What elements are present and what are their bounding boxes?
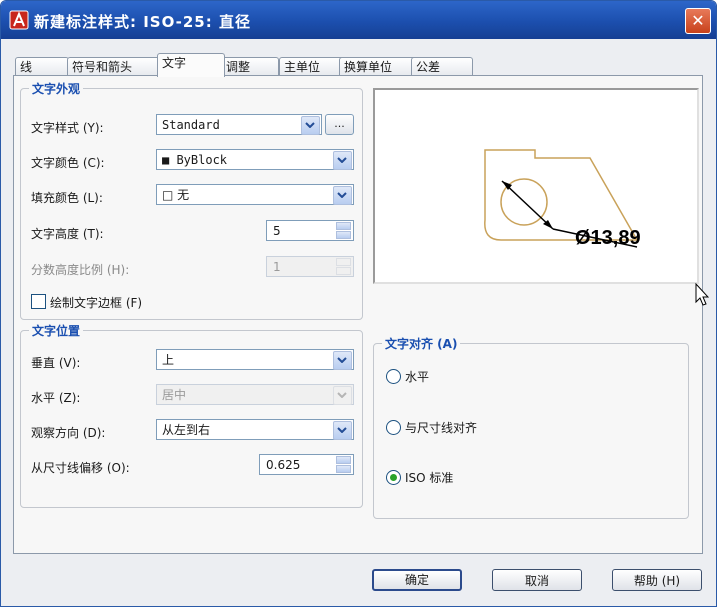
vertical-select[interactable]: 上 <box>156 349 354 370</box>
chevron-down-icon[interactable] <box>333 186 352 205</box>
draw-frame-checkbox[interactable] <box>31 294 46 309</box>
radio-iso-standard[interactable] <box>386 470 401 485</box>
fill-color-label: 填充颜色 (L): <box>31 191 103 205</box>
text-color-label: 文字颜色 (C): <box>31 156 105 170</box>
radio-selected-dot <box>390 474 397 481</box>
tab-lines[interactable]: 线 <box>15 57 69 76</box>
dimension-text: Ø13,89 <box>575 227 641 249</box>
mouse-pointer-icon <box>695 283 709 306</box>
window-title: 新建标注样式: ISO-25: 直径 <box>34 13 251 31</box>
text-appearance-title: 文字外观 <box>29 80 84 97</box>
text-placement-title: 文字位置 <box>29 322 84 339</box>
vertical-label: 垂直 (V): <box>31 356 81 370</box>
tab-text[interactable]: 文字 <box>157 53 225 77</box>
text-color-value: ■ ByBlock <box>162 153 228 167</box>
fill-color-select[interactable]: □ 无 <box>156 184 354 205</box>
view-direction-select[interactable]: 从左到右 <box>156 419 354 440</box>
text-height-label: 文字高度 (T): <box>31 227 104 241</box>
spin-down-icon[interactable] <box>336 231 351 239</box>
horizontal-value: 居中 <box>162 388 187 402</box>
spin-up-icon <box>336 258 351 266</box>
text-appearance-group: 文字外观 文字样式 (Y): Standard ... 文字颜色 (C): ■ … <box>20 80 363 320</box>
text-style-select[interactable]: Standard <box>156 114 322 135</box>
tab-symbols-arrows[interactable]: 符号和箭头 <box>67 57 163 76</box>
view-direction-value: 从左到右 <box>162 423 211 437</box>
title-bar[interactable]: 新建标注样式: ISO-25: 直径 ✕ <box>1 1 716 39</box>
preview-pane: Ø13,89 <box>373 88 699 284</box>
fraction-scale-value: 1 <box>273 260 281 274</box>
radio-horizontal-label[interactable]: 水平 <box>405 368 429 385</box>
vertical-value: 上 <box>162 353 175 367</box>
chevron-down-icon <box>333 386 352 405</box>
autocad-icon <box>9 10 29 30</box>
view-direction-label: 观察方向 (D): <box>31 426 106 440</box>
radio-aligned-with-dimension-line[interactable] <box>386 420 401 435</box>
ok-button[interactable]: 确定 <box>372 569 462 591</box>
tab-label: 调整 <box>226 60 251 74</box>
draw-frame-label[interactable]: 绘制文字边框 (F) <box>50 294 142 311</box>
dimension-preview-drawing: Ø13,89 <box>484 149 641 249</box>
tab-label: 线 <box>20 60 33 74</box>
dimension-line <box>501 180 554 230</box>
offset-label: 从尺寸线偏移 (O): <box>31 461 130 475</box>
spin-down-icon[interactable] <box>336 465 351 473</box>
text-alignment-group: 文字对齐 (A) 水平 与尺寸线对齐 ISO 标准 <box>373 335 689 519</box>
text-alignment-title: 文字对齐 (A) <box>382 335 461 352</box>
help-button[interactable]: 帮助 (H) <box>612 569 702 591</box>
tab-alternate-units[interactable]: 换算单位 <box>339 57 417 76</box>
text-height-value: 5 <box>273 224 281 238</box>
text-height-spinner[interactable]: 5 <box>266 220 354 241</box>
text-style-label: 文字样式 (Y): <box>31 121 104 135</box>
tab-label: 公差 <box>416 60 441 74</box>
radio-iso-label[interactable]: ISO 标准 <box>405 469 453 486</box>
tab-fit[interactable]: 调整 <box>221 57 279 76</box>
tab-primary-units[interactable]: 主单位 <box>279 57 345 76</box>
dimension-style-dialog: 新建标注样式: ISO-25: 直径 ✕ 线 符号和箭头 文字 调整 主单位 换… <box>0 0 717 607</box>
radio-aligned-label[interactable]: 与尺寸线对齐 <box>405 419 477 436</box>
spinner-buttons <box>336 456 352 473</box>
spin-up-icon[interactable] <box>336 222 351 230</box>
tab-label: 文字 <box>162 56 187 70</box>
tab-label: 符号和箭头 <box>72 60 133 74</box>
horizontal-select: 居中 <box>156 384 354 405</box>
spin-up-icon[interactable] <box>336 456 351 464</box>
text-style-value: Standard <box>162 118 220 132</box>
tab-label: 换算单位 <box>344 60 393 74</box>
chevron-down-icon[interactable] <box>333 351 352 370</box>
fill-color-value: □ 无 <box>162 188 190 202</box>
text-color-select[interactable]: ■ ByBlock <box>156 149 354 170</box>
text-style-browse-button[interactable]: ... <box>325 114 354 135</box>
fraction-scale-label: 分数高度比例 (H): <box>31 263 130 277</box>
tab-label: 主单位 <box>284 60 321 74</box>
offset-spinner[interactable]: 0.625 <box>259 454 354 475</box>
spinner-buttons <box>336 222 352 239</box>
chevron-down-icon[interactable] <box>333 421 352 440</box>
tab-tolerances[interactable]: 公差 <box>411 57 473 76</box>
close-icon: ✕ <box>691 11 705 30</box>
radio-horizontal[interactable] <box>386 369 401 384</box>
text-placement-group: 文字位置 垂直 (V): 上 水平 (Z): 居中 观察方向 (D): 从左到右… <box>20 322 363 508</box>
spinner-buttons <box>336 258 352 275</box>
horizontal-label: 水平 (Z): <box>31 391 81 405</box>
offset-value: 0.625 <box>266 458 301 472</box>
dialog-body: 线 符号和箭头 文字 调整 主单位 换算单位 公差 文字外观 文字样式 (Y):… <box>5 39 712 602</box>
cancel-button[interactable]: 取消 <box>492 569 582 591</box>
spin-down-icon <box>336 267 351 275</box>
text-tab-page: 文字外观 文字样式 (Y): Standard ... 文字颜色 (C): ■ … <box>13 75 703 554</box>
chevron-down-icon[interactable] <box>301 116 320 135</box>
close-button[interactable]: ✕ <box>685 8 711 34</box>
fraction-scale-spinner: 1 <box>266 256 354 277</box>
chevron-down-icon[interactable] <box>333 151 352 170</box>
